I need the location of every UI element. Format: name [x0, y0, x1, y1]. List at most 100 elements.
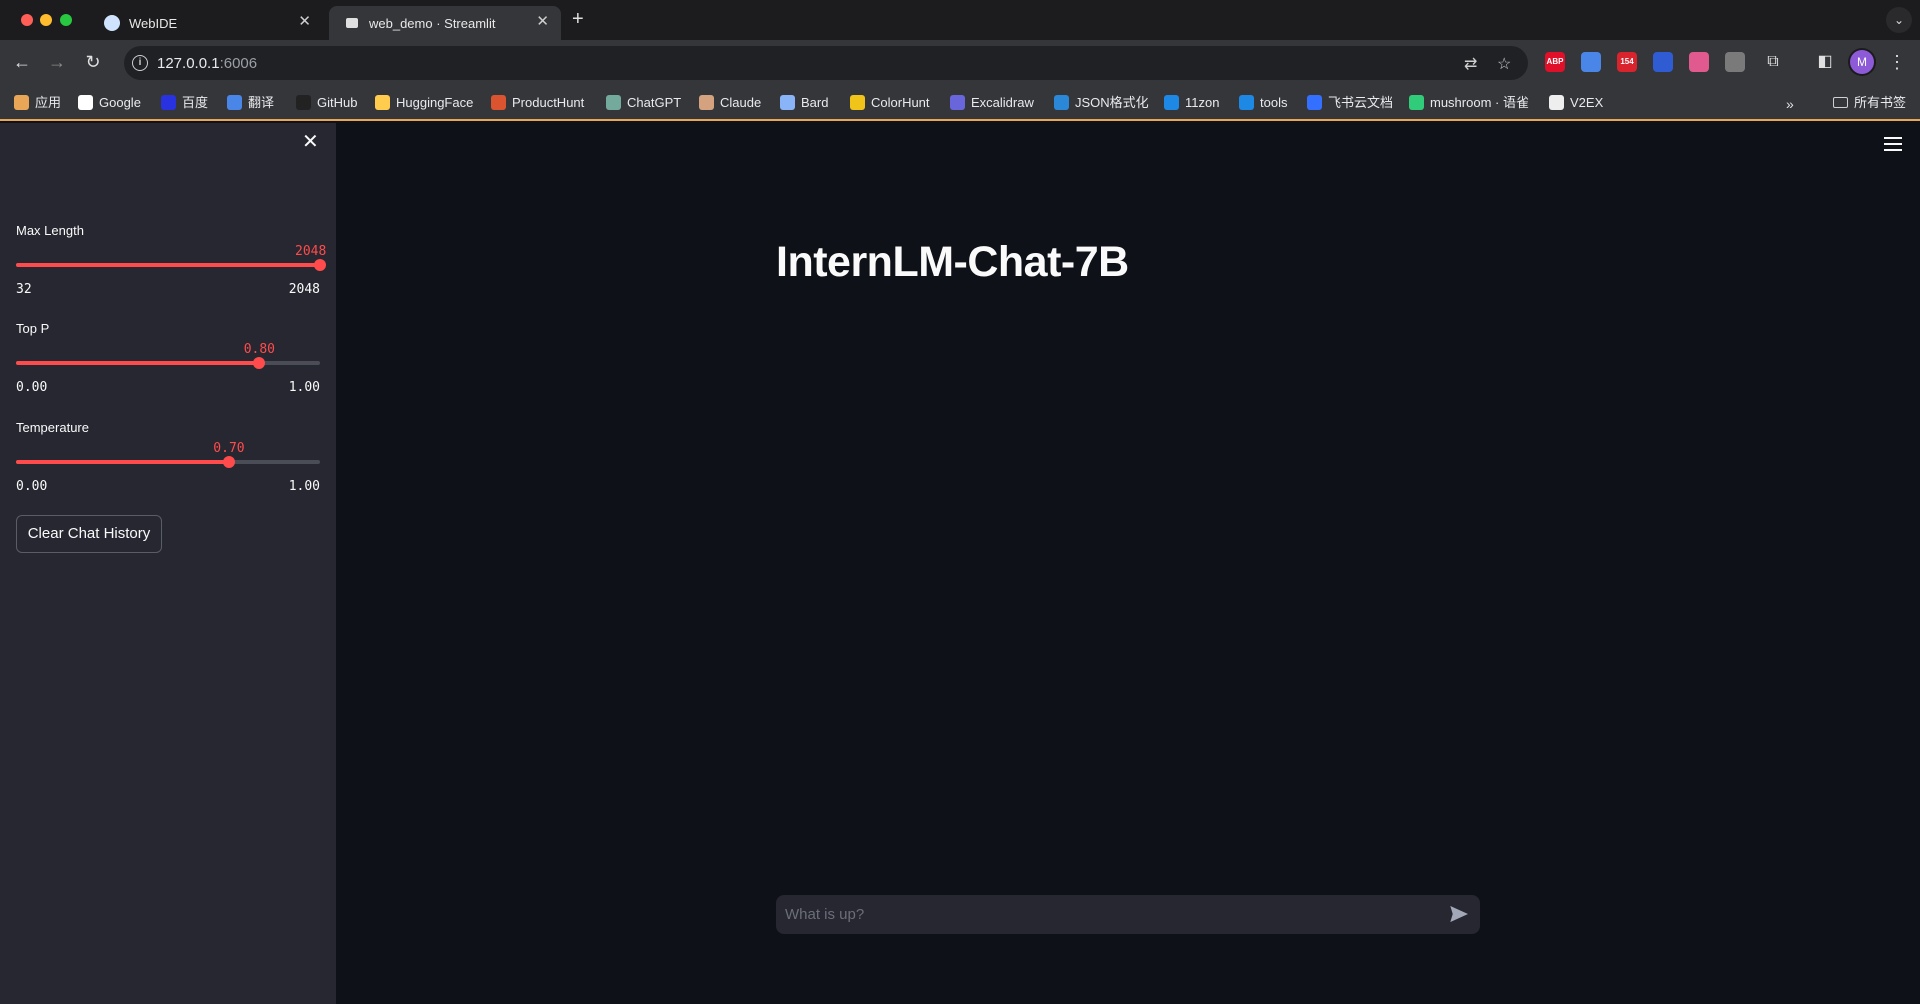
bookmark-item[interactable]: ProductHunt — [491, 92, 584, 114]
bookmark-label: JSON格式化 — [1075, 95, 1149, 110]
bookmark-favicon-icon — [227, 95, 242, 110]
bookmark-favicon-icon — [161, 95, 176, 110]
bookmark-label: 翻译 — [248, 95, 275, 110]
bookmark-label: ColorHunt — [871, 95, 930, 110]
bookmark-item[interactable]: 11zon — [1164, 92, 1219, 114]
bookmark-favicon-icon — [1164, 95, 1179, 110]
bookmark-item[interactable]: Claude — [699, 92, 761, 114]
bookmark-favicon-icon — [375, 95, 390, 110]
bookmark-favicon-icon — [1409, 95, 1424, 110]
max-length-slider-thumb[interactable] — [314, 259, 326, 271]
webide-favicon-icon — [104, 15, 120, 31]
browser-menu-icon[interactable]: ⋮ — [1888, 52, 1906, 72]
bookmark-favicon-icon — [78, 95, 93, 110]
bookmark-item[interactable]: 翻译 — [227, 92, 274, 114]
bookmark-item[interactable]: mushroom · 语雀 — [1409, 92, 1529, 114]
max-length-slider-fill — [16, 263, 320, 267]
bookmark-item[interactable]: Excalidraw — [950, 92, 1034, 114]
tab-search-chevron-icon[interactable]: ⌄ — [1886, 7, 1912, 33]
bookmark-item[interactable]: 应用 — [14, 92, 61, 114]
url-port: :6006 — [219, 55, 258, 72]
bookmark-item[interactable]: HuggingFace — [375, 92, 473, 114]
adblock-icon[interactable]: ABP — [1545, 52, 1565, 72]
bookmark-item[interactable]: 飞书云文档 — [1307, 92, 1393, 114]
extensions-puzzle-icon[interactable]: ⧉ — [1762, 52, 1784, 72]
site-info-icon[interactable]: i — [132, 55, 148, 71]
sidebar — [0, 123, 336, 1004]
temperature-slider-fill — [16, 460, 229, 464]
star-ext-icon[interactable] — [1653, 52, 1673, 72]
page-title: InternLM-Chat-7B — [776, 238, 1129, 286]
temperature-slider-thumb[interactable] — [222, 456, 235, 468]
temperature-label: Temperature — [16, 420, 89, 435]
browser-toolbar: ← → ↻ i 127.0.0.1:6006 ⇄ ☆ ABP 154 ⧉ ◧ M … — [0, 40, 1920, 85]
address-bar[interactable]: i 127.0.0.1:6006 ⇄ ☆ — [124, 46, 1528, 80]
temperature-min: 0.00 — [16, 479, 48, 494]
top-p-label: Top P — [16, 321, 50, 336]
close-tab-icon[interactable]: ✕ — [298, 14, 311, 30]
max-length-max: 2048 — [288, 282, 320, 297]
bookmark-label: mushroom · 语雀 — [1430, 95, 1529, 110]
temperature-slider-track[interactable] — [16, 460, 320, 464]
url-host: 127.0.0.1 — [157, 55, 220, 72]
browser-tab-strip: WebIDE ✕ web_demo · Streamlit ✕ + ⌄ — [0, 0, 1920, 40]
chat-input-placeholder: What is up? — [785, 906, 865, 923]
close-sidebar-icon[interactable]: ✕ — [302, 132, 319, 152]
gray-ext-icon[interactable] — [1725, 52, 1745, 72]
bookmark-label: Bard — [801, 95, 829, 110]
bookmark-favicon-icon — [14, 95, 29, 110]
bookmark-favicon-icon — [1239, 95, 1254, 110]
streamlit-favicon-icon — [346, 18, 358, 28]
back-arrow-icon[interactable]: ← — [11, 52, 33, 72]
close-window-button[interactable] — [21, 14, 33, 26]
bookmark-favicon-icon — [950, 95, 965, 110]
browser-tab-web-demo[interactable]: web_demo · Streamlit ✕ — [329, 6, 561, 40]
bookmark-item[interactable]: ColorHunt — [850, 92, 930, 114]
page-translate-icon[interactable]: ⇄ — [1464, 54, 1477, 74]
calendar-badge-icon[interactable]: 154 — [1617, 52, 1637, 72]
bookmark-item[interactable]: ChatGPT — [606, 92, 681, 114]
bookmark-item[interactable]: Bard — [780, 92, 828, 114]
all-bookmarks-folder[interactable]: 所有书签 — [1833, 92, 1906, 114]
url-text: 127.0.0.1:6006 — [157, 55, 257, 72]
bookmark-label: Claude — [720, 95, 762, 110]
send-icon[interactable] — [1450, 906, 1468, 922]
bookmark-label: ProductHunt — [512, 95, 585, 110]
maximize-window-button[interactable] — [60, 14, 72, 26]
new-tab-icon[interactable]: + — [572, 9, 584, 29]
profile-avatar[interactable]: M — [1850, 50, 1874, 74]
browser-tab-webide[interactable]: WebIDE ✕ — [89, 6, 323, 40]
all-bookmarks-label: 所有书签 — [1854, 95, 1907, 110]
top-p-max: 1.00 — [288, 380, 320, 395]
close-tab-icon[interactable]: ✕ — [536, 14, 549, 30]
top-p-value: 0.80 — [243, 342, 275, 357]
translate-ext-icon[interactable] — [1581, 52, 1601, 72]
bookmark-item[interactable]: 百度 — [161, 92, 208, 114]
translate-ext2-icon[interactable] — [1689, 52, 1709, 72]
bookmark-label: 百度 — [182, 95, 209, 110]
max-length-min: 32 — [16, 282, 32, 297]
bookmark-label: Google — [99, 95, 141, 110]
bookmark-item[interactable]: tools — [1239, 92, 1287, 114]
bookmark-label: V2EX — [1570, 95, 1604, 110]
bookmark-favicon-icon — [1549, 95, 1564, 110]
bookmark-item[interactable]: Google — [78, 92, 141, 114]
forward-arrow-icon[interactable]: → — [46, 52, 68, 72]
reload-icon[interactable]: ↻ — [82, 52, 104, 72]
main-menu-hamburger-icon[interactable] — [1884, 137, 1902, 155]
bookmark-item[interactable]: JSON格式化 — [1054, 92, 1149, 114]
more-bookmarks-chevron-icon[interactable]: » — [1786, 96, 1794, 112]
bookmark-star-icon[interactable]: ☆ — [1497, 54, 1511, 74]
top-p-slider-track[interactable] — [16, 361, 320, 365]
bookmark-favicon-icon — [1307, 95, 1322, 110]
clear-chat-history-button[interactable]: Clear Chat History — [16, 515, 162, 553]
bookmark-label: 应用 — [35, 95, 62, 110]
chat-input[interactable]: What is up? — [776, 895, 1480, 934]
max-length-slider-track[interactable] — [16, 263, 320, 267]
bookmark-item[interactable]: GitHub — [296, 92, 357, 114]
max-length-value: 2048 — [295, 244, 327, 259]
side-panel-icon[interactable]: ◧ — [1814, 52, 1836, 72]
bookmark-item[interactable]: V2EX — [1549, 92, 1603, 114]
minimize-window-button[interactable] — [40, 14, 52, 26]
folder-icon — [1833, 97, 1848, 108]
